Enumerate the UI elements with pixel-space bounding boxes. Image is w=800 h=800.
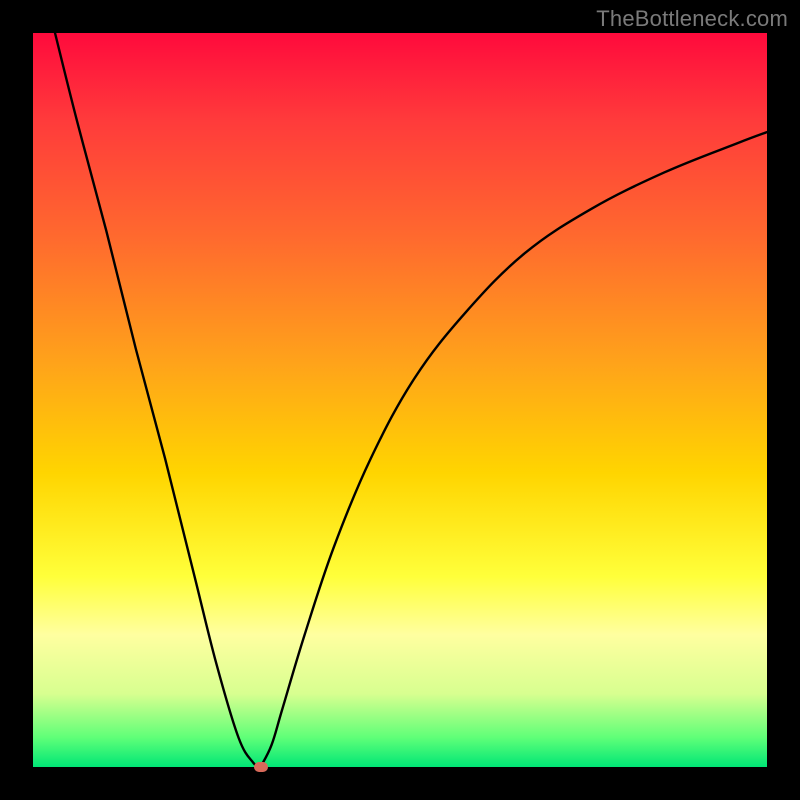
optimum-marker — [254, 762, 268, 772]
plot-area — [33, 33, 767, 767]
watermark-text: TheBottleneck.com — [596, 6, 788, 32]
bottleneck-curve — [33, 33, 767, 767]
curve-path — [55, 33, 767, 767]
chart-frame: TheBottleneck.com — [0, 0, 800, 800]
